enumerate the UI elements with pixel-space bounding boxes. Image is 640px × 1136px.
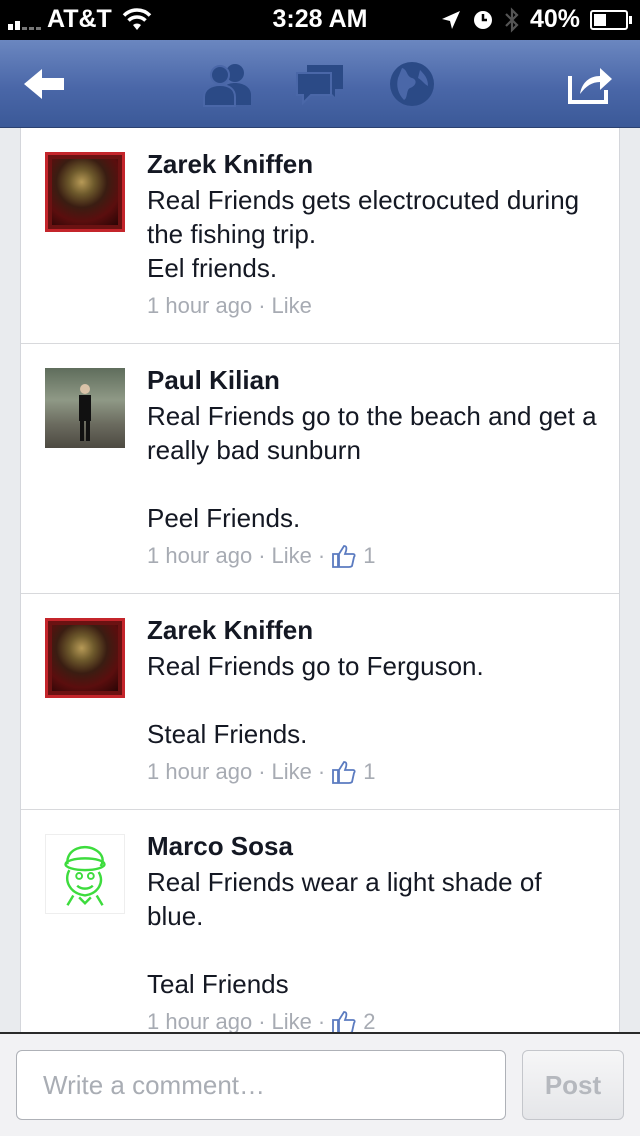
battery-icon [590,9,632,30]
comment-time: 1 hour ago [147,293,253,318]
back-arrow-icon [24,69,64,99]
like-count: 1 [363,759,376,784]
comment-author[interactable]: Paul Kilian [147,364,599,396]
comment-text: Real Friends go to the beach and get a r… [147,401,597,533]
messages-icon [296,65,343,106]
comment-text: Real Friends wear a light shade of blue.… [147,867,542,999]
comment-text: Real Friends go to Ferguson. Steal Frien… [147,651,484,749]
comment-item: Zarek Kniffen Real Friends go to Ferguso… [21,594,619,810]
comment-item: Zarek Kniffen Real Friends gets electroc… [21,128,619,344]
thumbs-up-icon [332,1011,356,1032]
alarm-clock-icon [473,10,492,29]
messages-button[interactable] [292,58,348,110]
avatar[interactable] [45,368,125,448]
avatar[interactable] [45,834,125,914]
location-arrow-icon [441,10,460,29]
like-count: 2 [363,1009,376,1032]
like-count: 1 [363,543,376,568]
comment-time: 1 hour ago [147,543,253,568]
notifications-button[interactable] [384,58,440,110]
comment-input[interactable] [16,1050,506,1120]
status-bar: AT&T 3:28 AM 40% [0,0,640,40]
thumbs-up-icon [332,761,356,784]
like-link[interactable]: Like [272,541,312,571]
share-icon [568,68,612,104]
clown-drawing [64,846,106,906]
nav-bar [0,40,640,128]
bluetooth-icon [505,6,519,33]
comments-list: Zarek Kniffen Real Friends gets electroc… [20,128,620,1032]
comment-author[interactable]: Zarek Kniffen [147,148,599,180]
comment-meta: 1 hour ago · Like · 1 [147,757,599,787]
comment-meta: 1 hour ago · Like · 1 [147,541,599,571]
comment-author[interactable]: Marco Sosa [147,830,599,862]
thumbs-up-icon [332,545,356,568]
comment-meta: 1 hour ago · Like · 2 [147,1007,599,1032]
avatar[interactable] [45,152,125,232]
friend-requests-button[interactable] [200,58,256,110]
comment-time: 1 hour ago [147,759,253,784]
comment-composer: Post [0,1032,640,1136]
avatar[interactable] [45,618,125,698]
comment-text: Real Friends gets electrocuted during th… [147,185,580,283]
like-link[interactable]: Like [272,757,312,787]
battery-percent: 40% [529,5,580,33]
like-link[interactable]: Like [272,1007,312,1032]
comment-time: 1 hour ago [147,1009,253,1032]
share-button[interactable] [562,58,618,110]
post-button[interactable]: Post [522,1050,624,1120]
comment-author[interactable]: Zarek Kniffen [147,614,599,646]
friends-icon [203,64,251,107]
back-button[interactable] [16,58,72,110]
globe-icon [390,62,434,106]
person-silhouette [79,384,91,441]
comment-meta: 1 hour ago · Like [147,291,599,321]
status-right: 40% [440,5,632,34]
comment-item: Marco Sosa Real Friends wear a light sha… [21,810,619,1032]
like-link[interactable]: Like [272,291,312,321]
comment-item: Paul Kilian Real Friends go to the beach… [21,344,619,594]
